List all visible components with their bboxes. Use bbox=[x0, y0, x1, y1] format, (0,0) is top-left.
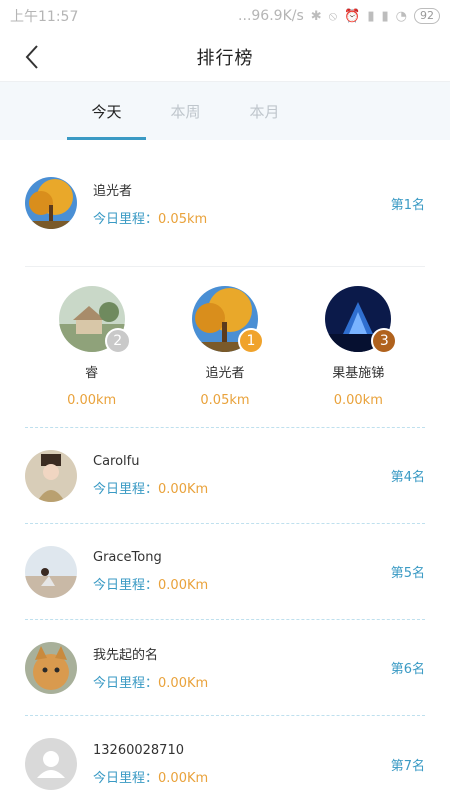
status-icons: ...96.9K/s ✱ ⦸ ⏰ ▮ ▮ ◔ 92 bbox=[238, 8, 440, 24]
rank-label: 第4名 bbox=[390, 470, 425, 485]
tab-month[interactable]: 本月 bbox=[225, 82, 304, 140]
avatar bbox=[25, 738, 77, 790]
mute-icon: ⦸ bbox=[328, 8, 338, 24]
rank-label: 第6名 bbox=[390, 662, 425, 677]
rank-badge: 3 bbox=[371, 328, 398, 354]
tab-today[interactable]: 今天 bbox=[67, 82, 146, 140]
avatar bbox=[25, 449, 77, 502]
portrait-image bbox=[25, 449, 77, 502]
avatar: 2 bbox=[58, 286, 131, 354]
my-rank-info: 追光者 今日里程：0.05km bbox=[93, 180, 207, 227]
rank-label: 第1名 bbox=[390, 197, 425, 213]
battery-icon: 92 bbox=[414, 8, 440, 24]
period-tabs: 今天 本周 本月 bbox=[0, 82, 450, 140]
wifi-icon: ◔ bbox=[395, 8, 407, 24]
user-name: 我先起的名 bbox=[93, 648, 159, 663]
user-name: Carolfu bbox=[93, 454, 140, 469]
status-time: 上午11:57 bbox=[10, 9, 79, 25]
distance-label: 今日里程： bbox=[93, 770, 159, 786]
podium-distance: 0.05km bbox=[200, 393, 250, 408]
back-button[interactable] bbox=[18, 42, 46, 72]
podium-name: 追光者 bbox=[205, 366, 245, 381]
rank-label: 第5名 bbox=[390, 566, 425, 581]
podium: 2 睿 0.00km 1 追光者 0.05km 3 果基施锑 0.00km bbox=[25, 267, 425, 428]
podium-name: 睿 bbox=[85, 366, 99, 381]
distance-value: 0.00Km bbox=[158, 770, 209, 786]
today-distance: 今日里程：0.00Km bbox=[93, 478, 208, 497]
ranking-list: 追光者 今日里程：0.05km 第1名 2 睿 0.00km 1 追光者 0.0… bbox=[0, 140, 450, 800]
podium-second[interactable]: 2 睿 0.00km bbox=[32, 286, 152, 408]
avatar bbox=[25, 641, 77, 694]
distance-value: 0.00Km bbox=[158, 578, 209, 593]
today-distance: 今日里程：0.00Km bbox=[93, 672, 208, 691]
row-info: 我先起的名 今日里程：0.00Km bbox=[93, 644, 208, 691]
beach-photo-image bbox=[25, 545, 77, 598]
distance-label: 今日里程： bbox=[93, 482, 159, 497]
default-user-icon bbox=[25, 738, 77, 790]
list-item[interactable]: 我先起的名 今日里程：0.00Km 第6名 bbox=[25, 620, 425, 716]
my-rank-row[interactable]: 追光者 今日里程：0.05km 第1名 bbox=[25, 140, 425, 267]
row-info: 13260028710 今日里程：0.00Km bbox=[93, 743, 208, 786]
rank-label: 第7名 bbox=[390, 758, 425, 774]
row-info: Carolfu 今日里程：0.00Km bbox=[93, 454, 208, 497]
rank-badge: 1 bbox=[237, 328, 264, 354]
chevron-left-icon bbox=[25, 45, 38, 69]
signal-icon-2: ▮ bbox=[381, 8, 389, 24]
signal-icon: ▮ bbox=[367, 8, 375, 24]
status-bar: 上午11:57 ...96.9K/s ✱ ⦸ ⏰ ▮ ▮ ◔ 92 bbox=[0, 0, 450, 32]
user-name: 13260028710 bbox=[93, 742, 184, 758]
today-distance: 今日里程：0.05km bbox=[93, 208, 207, 227]
autumn-tree-image bbox=[25, 177, 77, 229]
distance-label: 今日里程： bbox=[93, 211, 159, 227]
distance-value: 0.00Km bbox=[158, 676, 209, 691]
today-distance: 今日里程：0.00Km bbox=[93, 574, 208, 593]
tab-week[interactable]: 本周 bbox=[146, 82, 225, 140]
user-name: 追光者 bbox=[93, 183, 133, 199]
user-name: GraceTong bbox=[93, 550, 162, 565]
distance-value: 0.00Km bbox=[158, 482, 209, 497]
network-speed: ...96.9K/s bbox=[238, 8, 304, 24]
distance-label: 今日里程： bbox=[93, 676, 159, 691]
distance-value: 0.05km bbox=[158, 211, 208, 227]
avatar bbox=[25, 177, 77, 229]
list-item[interactable]: 13260028710 今日里程：0.00Km 第7名 bbox=[25, 716, 425, 800]
list-item[interactable]: GraceTong 今日里程：0.00Km 第5名 bbox=[25, 524, 425, 620]
podium-distance: 0.00km bbox=[67, 393, 117, 408]
podium-name: 果基施锑 bbox=[332, 366, 385, 381]
page-title: 排行榜 bbox=[196, 47, 254, 69]
avatar bbox=[25, 545, 77, 598]
bluetooth-icon: ✱ bbox=[310, 8, 322, 24]
nav-bar: 排行榜 bbox=[0, 32, 450, 82]
alarm-icon: ⏰ bbox=[344, 8, 361, 24]
cat-photo-image bbox=[25, 641, 77, 694]
podium-third[interactable]: 3 果基施锑 0.00km bbox=[298, 286, 418, 408]
rank-badge: 2 bbox=[104, 328, 131, 354]
avatar: 1 bbox=[191, 286, 264, 354]
today-distance: 今日里程：0.00Km bbox=[93, 767, 208, 786]
row-info: GraceTong 今日里程：0.00Km bbox=[93, 550, 208, 593]
podium-distance: 0.00km bbox=[333, 393, 383, 408]
distance-label: 今日里程： bbox=[93, 578, 159, 593]
avatar: 3 bbox=[325, 286, 398, 354]
list-item[interactable]: Carolfu 今日里程：0.00Km 第4名 bbox=[25, 428, 425, 524]
podium-first[interactable]: 1 追光者 0.05km bbox=[165, 286, 285, 408]
